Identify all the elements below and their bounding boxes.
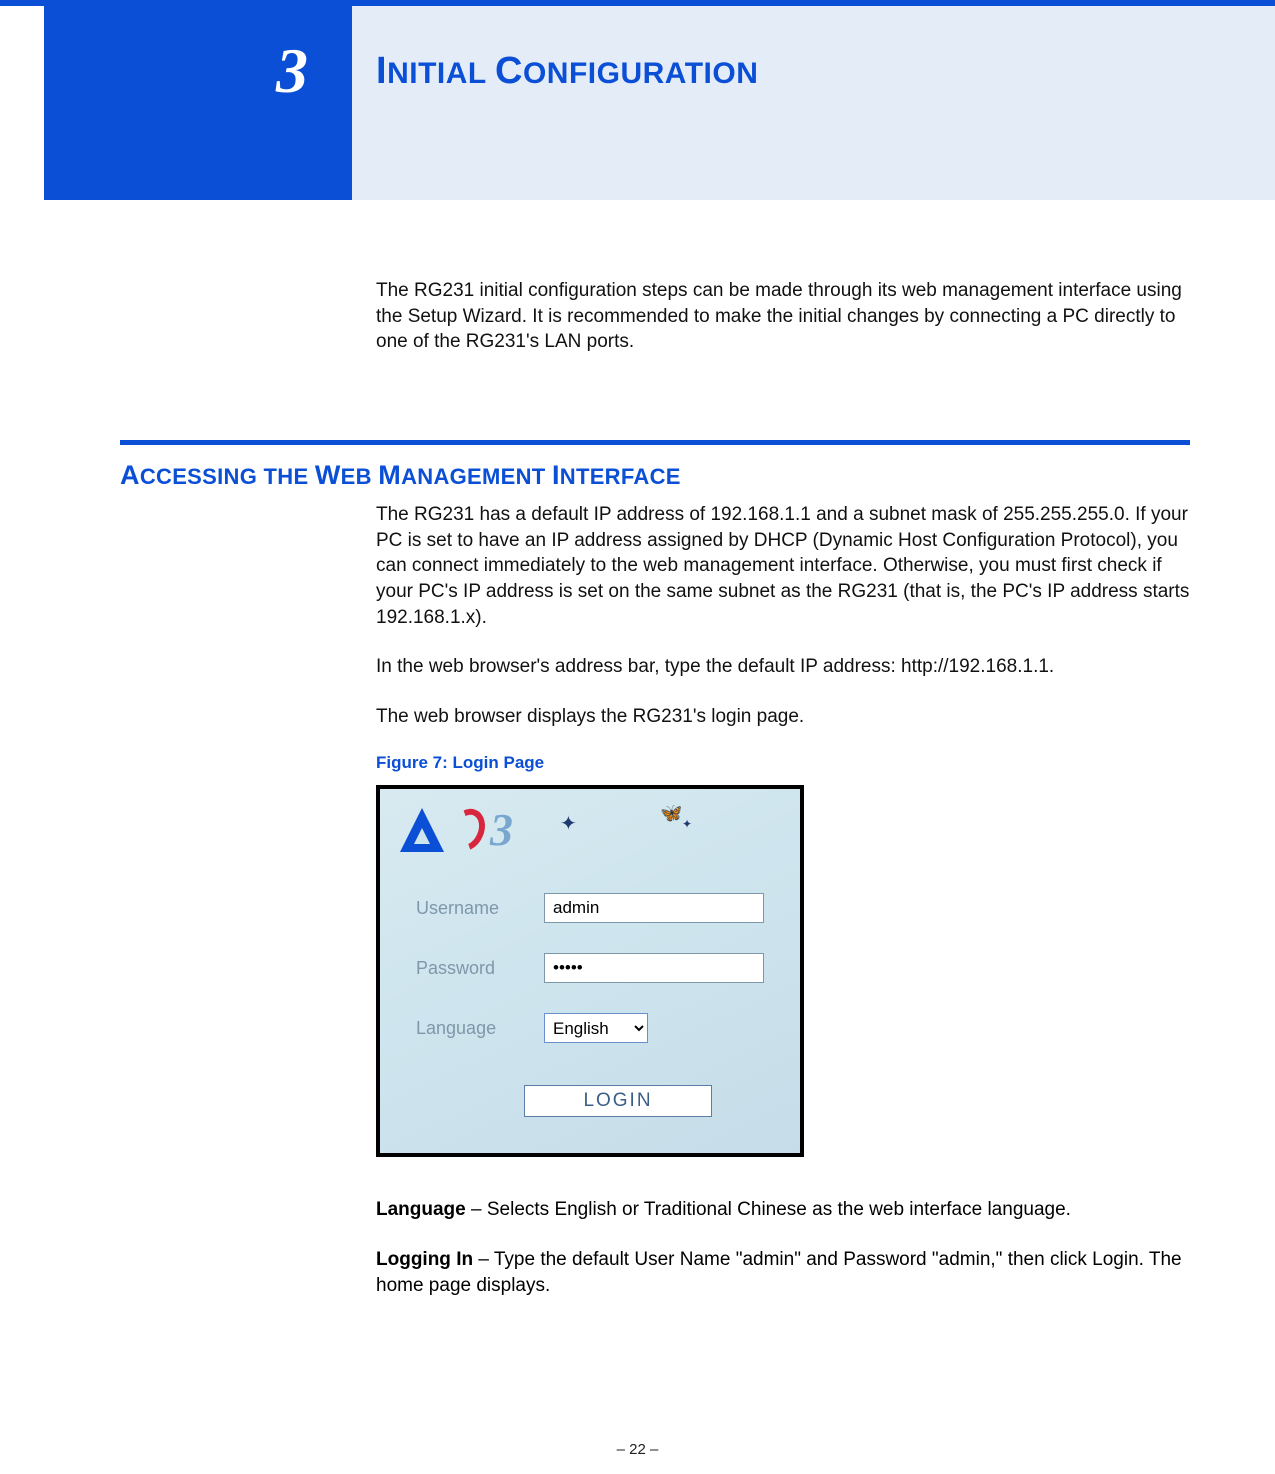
body-block: The RG231 has a default IP address of 19… — [376, 502, 1191, 1322]
logo-three: 3 — [490, 803, 513, 856]
language-desc-bold: Language — [376, 1199, 466, 1220]
title-cap-2: C — [495, 50, 523, 92]
section-rule — [120, 440, 1190, 445]
title-cap-1: I — [376, 50, 387, 92]
sh-THE: THE — [264, 464, 309, 489]
sh-r1: CCESSING — [140, 464, 257, 489]
butterfly-icon: ✦ — [560, 811, 577, 836]
title-rest-1: NITIAL — [387, 57, 486, 90]
logo-a-icon — [400, 808, 444, 852]
section-heading: ACCESSING THE WEB MANAGEMENT INTERFACE — [120, 460, 681, 491]
username-row: Username — [416, 893, 764, 923]
title-rest-2: ONFIGURATION — [523, 57, 758, 90]
login-page-figure: 3 ✦ 🦋 ✦ Username Password Language Engli… — [376, 785, 804, 1157]
sh-M: M — [378, 460, 401, 490]
sh-A: A — [120, 460, 140, 490]
chapter-title-band: INITIAL CONFIGURATION — [352, 6, 1275, 200]
sh-r4: NTERFACE — [560, 464, 681, 489]
password-input[interactable] — [544, 953, 764, 983]
logo-swirl-icon — [442, 803, 491, 857]
intro-block: The RG231 initial configuration steps ca… — [376, 278, 1191, 379]
language-desc: Language – Selects English or Traditiona… — [376, 1197, 1191, 1223]
language-desc-text: – Selects English or Traditional Chinese… — [466, 1199, 1071, 1220]
sh-r2: EB — [341, 464, 372, 489]
password-label: Password — [416, 958, 524, 979]
sh-W: W — [315, 460, 341, 490]
sh-r3: ANAGEMENT — [401, 464, 545, 489]
body-p1: The RG231 has a default IP address of 19… — [376, 502, 1191, 630]
intro-paragraph: The RG231 initial configuration steps ca… — [376, 278, 1191, 355]
logo: 3 — [400, 803, 513, 856]
login-button[interactable]: LOGIN — [524, 1085, 712, 1117]
language-row: Language English — [416, 1013, 648, 1043]
logging-in-text: – Type the default User Name "admin" and… — [376, 1249, 1182, 1296]
logging-in-bold: Logging In — [376, 1249, 473, 1270]
chapter-number-box: 3 — [44, 6, 352, 200]
password-row: Password — [416, 953, 764, 983]
chapter-title: INITIAL CONFIGURATION — [376, 50, 758, 93]
body-p3: The web browser displays the RG231's log… — [376, 704, 1191, 730]
chapter-number: 3 — [276, 34, 308, 108]
sh-I: I — [552, 460, 560, 490]
butterfly-icon: ✦ — [682, 817, 692, 831]
language-label: Language — [416, 1018, 524, 1039]
username-label: Username — [416, 898, 524, 919]
logging-in-desc: Logging In – Type the default User Name … — [376, 1247, 1191, 1298]
page-number: – 22 – — [0, 1441, 1275, 1458]
body-p2: In the web browser's address bar, type t… — [376, 654, 1191, 680]
language-select[interactable]: English — [544, 1013, 648, 1043]
figure-caption: Figure 7: Login Page — [376, 753, 1191, 773]
butterfly-icon: 🦋 — [660, 803, 682, 824]
username-input[interactable] — [544, 893, 764, 923]
